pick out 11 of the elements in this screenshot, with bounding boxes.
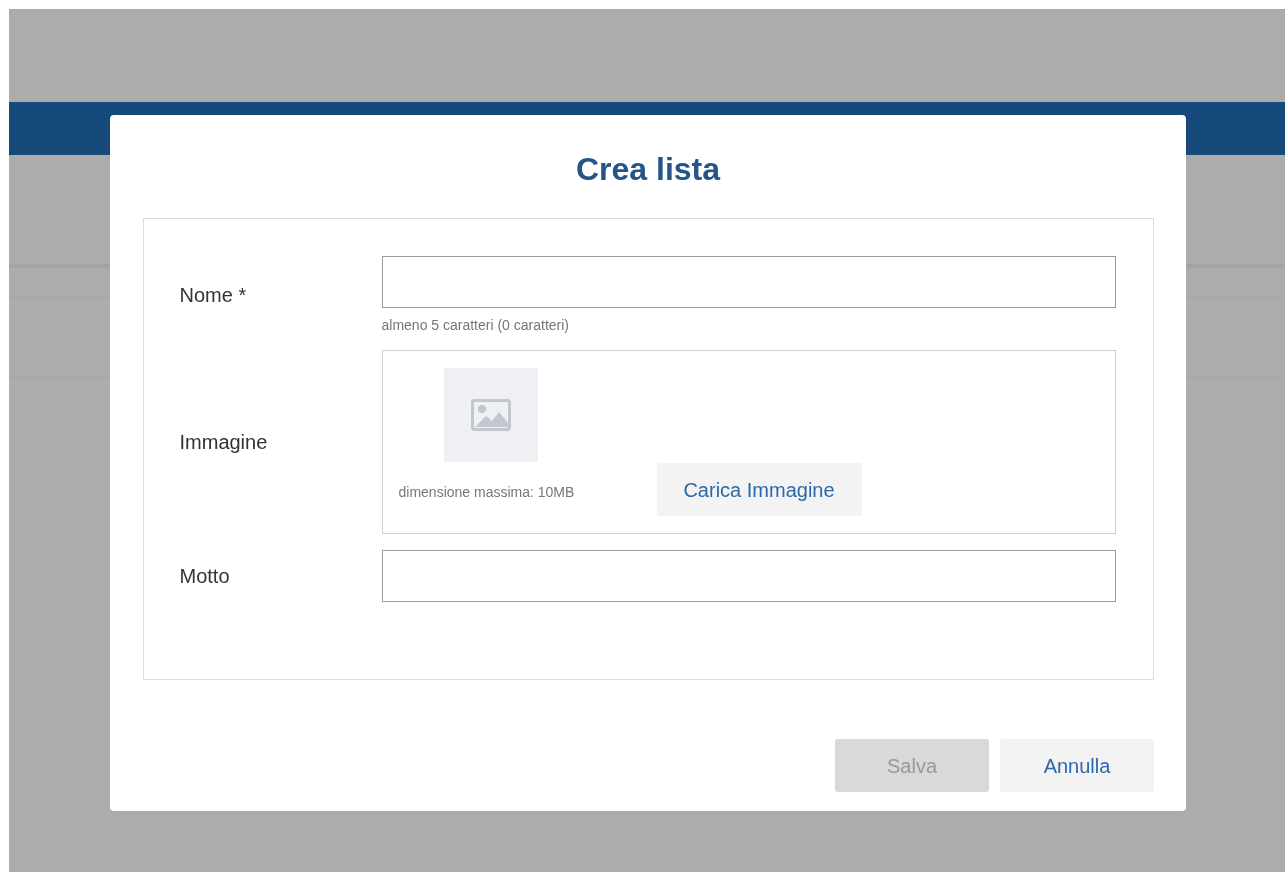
dialog-title: Crea lista	[575, 150, 721, 189]
hint-text: dimensione massima: 10MB	[398, 483, 575, 502]
field-label: Immagine	[178, 430, 269, 455]
upload-button[interactable]: Carica Immagine	[656, 463, 862, 516]
field-label: Motto	[178, 564, 231, 589]
image-icon	[470, 399, 511, 431]
input-field[interactable]	[381, 256, 1116, 308]
dialog-button[interactable]: Annulla	[1000, 739, 1154, 792]
input-field[interactable]	[381, 550, 1116, 602]
field-label: Nome *	[178, 283, 248, 308]
hint-text: almeno 5 caratteri (0 caratteri)	[381, 316, 571, 334]
